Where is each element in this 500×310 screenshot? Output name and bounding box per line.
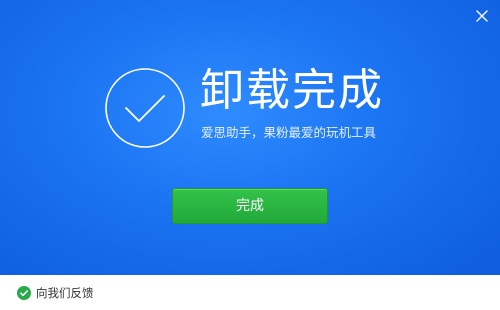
feedback-label[interactable]: 向我们反馈	[36, 286, 94, 300]
feedback-link[interactable]: 向我们反馈	[17, 285, 94, 300]
done-button[interactable]: 完成	[172, 188, 328, 224]
close-icon[interactable]	[474, 8, 490, 24]
page-title: 卸载完成	[200, 65, 384, 116]
footer-bar: 向我们反馈	[0, 275, 500, 310]
uninstall-complete-window: 卸载完成 爱思助手，果粉最爱的玩机工具 完成 向我们反馈	[0, 0, 500, 310]
subtitle: 爱思助手，果粉最爱的玩机工具	[201, 125, 377, 140]
check-badge-icon	[17, 285, 31, 300]
check-circle-icon	[104, 67, 186, 149]
hero-panel: 卸载完成 爱思助手，果粉最爱的玩机工具 完成	[0, 0, 500, 275]
